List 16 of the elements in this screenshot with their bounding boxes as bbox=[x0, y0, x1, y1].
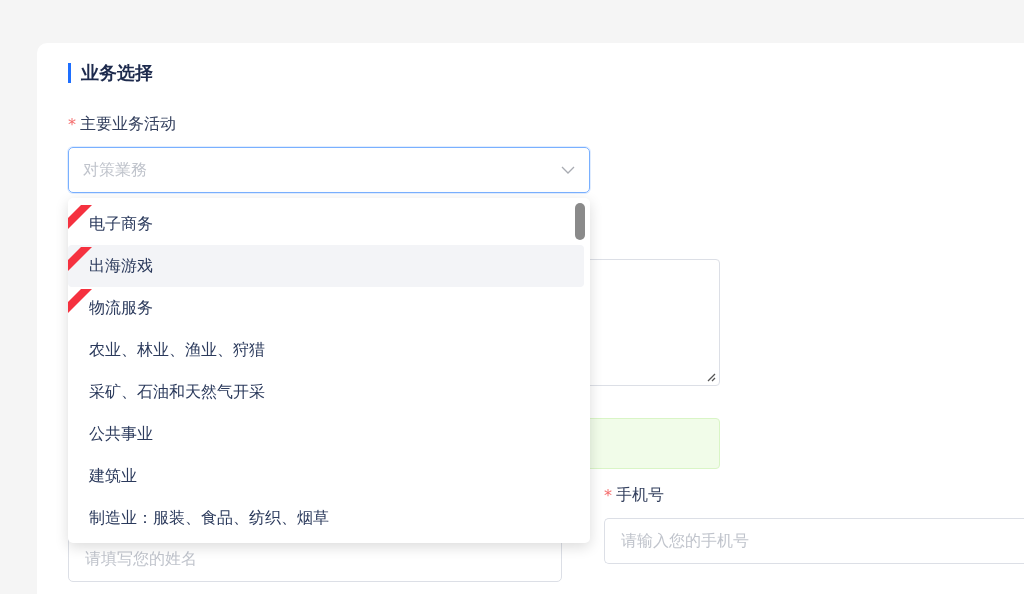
field-label: 主要业务活动 bbox=[80, 113, 176, 135]
dropdown-item[interactable]: 制造业：服装、食品、纺织、烟草 bbox=[68, 497, 584, 539]
scrollbar-thumb[interactable] bbox=[575, 203, 585, 240]
dropdown-item[interactable]: 公共事业 bbox=[68, 413, 584, 455]
dropdown-item[interactable]: 采矿、石油和天然气开采 bbox=[68, 371, 584, 413]
chevron-down-icon bbox=[561, 166, 575, 174]
dropdown-item[interactable]: 农业、林业、渔业、狩猎 bbox=[68, 329, 584, 371]
required-mark: * bbox=[68, 114, 76, 134]
dropdown-item[interactable]: 出海游戏 bbox=[68, 245, 584, 287]
resize-grip-icon bbox=[706, 372, 716, 382]
dropdown-item[interactable]: 建筑业 bbox=[68, 455, 584, 497]
dropdown-item[interactable]: 物流服务 bbox=[68, 287, 584, 329]
section-title: 业务选择 bbox=[68, 63, 1024, 83]
required-mark: * bbox=[604, 485, 612, 505]
field-label: 手机号 bbox=[616, 484, 664, 506]
dropdown-item[interactable]: 电子商务 bbox=[68, 203, 584, 245]
